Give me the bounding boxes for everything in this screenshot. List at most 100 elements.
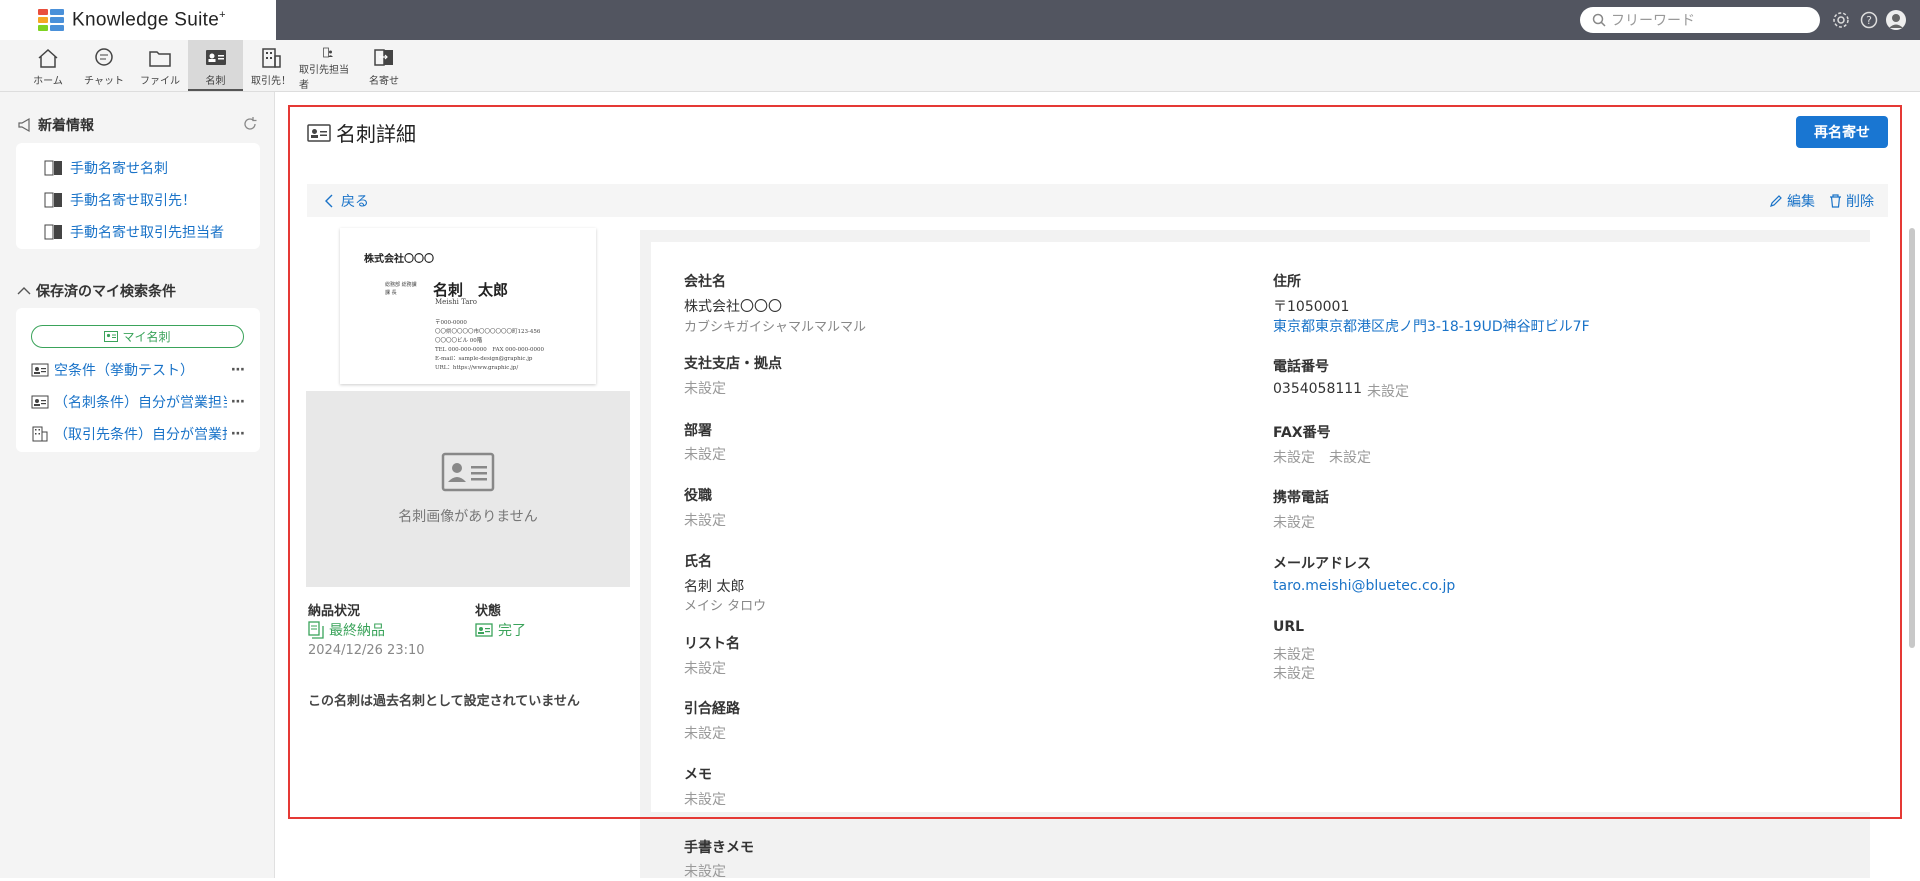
tab-chat[interactable]: チャット <box>82 40 126 91</box>
merge-icon <box>374 49 393 66</box>
building-icon <box>262 48 281 68</box>
more-options-icon[interactable]: ⋯ <box>231 394 246 410</box>
news-item-manual-card[interactable]: 手動名寄せ名刺 <box>44 158 168 178</box>
memo-label: メモ <box>684 767 712 783</box>
more-options-icon[interactable]: ⋯ <box>231 362 246 378</box>
tel-label: 電話番号 <box>1273 359 1329 375</box>
back-button[interactable]: 戻る <box>323 191 369 211</box>
card-name: 名刺 太郎 <box>433 281 509 299</box>
app-logo[interactable]: Knowledge Suite+ <box>0 0 276 40</box>
help-icon[interactable]: ? <box>1858 9 1880 31</box>
dept-label: 部署 <box>684 423 712 439</box>
saved-condition-item[interactable]: 空条件（挙動テスト） ⋯ <box>31 360 246 380</box>
rematch-button[interactable]: 再名寄せ <box>1796 116 1888 148</box>
merge-icon <box>44 192 62 208</box>
tab-accounts[interactable]: 取引先！ <box>249 40 293 91</box>
my-card-button[interactable]: マイ名刺 <box>31 325 244 348</box>
news-item-label: 手動名寄せ名刺 <box>70 161 168 177</box>
edit-button[interactable]: 編集 <box>1769 191 1815 211</box>
my-card-label: マイ名刺 <box>122 330 171 344</box>
business-card-icon <box>31 363 49 377</box>
tab-merge[interactable]: 名寄せ <box>362 40 406 91</box>
past-card-note: この名刺は過去名刺として設定されていません <box>308 694 580 709</box>
news-item-label: 手動名寄せ取引先！ <box>70 193 196 209</box>
news-title: 新着情報 <box>38 118 94 134</box>
news-item-manual-account[interactable]: 手動名寄せ取引先！ <box>44 190 196 210</box>
route-value: 未設定 <box>684 726 726 742</box>
saved-condition-item[interactable]: （名刺条件）自分が営業担当 ⋯ <box>31 392 246 412</box>
zip-value: 〒1050001 <box>1273 299 1350 315</box>
url-label: URL <box>1273 619 1305 635</box>
saved-condition-item[interactable]: （取引先条件）自分が営業担当 ⋯ <box>31 424 246 444</box>
chevron-left-icon <box>325 194 333 207</box>
business-card-icon <box>441 452 495 492</box>
tel-value: 0354058111 <box>1273 381 1363 397</box>
top-bar: Knowledge Suite+ フリーワード ? <box>0 0 1920 40</box>
search-input[interactable]: フリーワード <box>1580 7 1820 33</box>
saved-search-header[interactable]: 保存済のマイ検索条件 <box>17 281 176 301</box>
position-value: 未設定 <box>684 513 726 529</box>
card-role: 課 長 <box>385 290 397 296</box>
chevron-up-icon <box>17 287 31 295</box>
tab-label: 名刺 <box>205 76 226 87</box>
business-card-icon <box>475 623 493 637</box>
card-line: 〒000-0000 <box>435 320 467 326</box>
app-name: Knowledge Suite+ <box>72 8 226 31</box>
tab-label: 取引先！ <box>251 76 291 87</box>
card-line: 〇〇〇〇ビル 00階 <box>435 338 483 344</box>
news-item-manual-contact[interactable]: 手動名寄せ取引先担当者 <box>44 222 224 242</box>
logo-mark-icon <box>38 9 64 31</box>
card-dept-block: 総務部 総務課 課 長 <box>385 281 417 297</box>
address-label: 住所 <box>1273 274 1301 290</box>
name-kana: メイシ タロウ <box>684 599 767 614</box>
dept-value: 未設定 <box>684 447 726 463</box>
tab-home[interactable]: ホーム <box>27 40 69 91</box>
delete-button[interactable]: 削除 <box>1829 191 1874 211</box>
url-value-secondary: 未設定 <box>1273 666 1315 682</box>
address-link[interactable]: 東京都東京都港区虎ノ門3-18-19UD神谷町ビル7F <box>1273 316 1590 336</box>
delivery-date: 2024/12/26 23:10 <box>308 643 425 658</box>
business-card-icon <box>31 395 49 409</box>
branch-label: 支社支店・拠点 <box>684 356 782 372</box>
pencil-icon <box>1770 194 1782 207</box>
home-icon <box>38 48 58 68</box>
fax-value: 未設定 <box>1273 450 1315 466</box>
url-value: 未設定 <box>1273 647 1315 663</box>
tab-contacts[interactable]: 取引先担当者 <box>299 40 357 91</box>
main-nav-tabs: ホーム チャット ファイル 名刺 取引先！ 取引先担当者 名寄せ <box>0 40 1920 92</box>
delivery-icon <box>308 621 324 639</box>
scrollbar[interactable] <box>1909 228 1915 648</box>
more-options-icon[interactable]: ⋯ <box>231 426 246 442</box>
fax-ext-value: 未設定 <box>1329 450 1371 466</box>
back-label: 戻る <box>341 193 369 210</box>
card-line: 〇〇県〇〇〇〇市〇〇〇〇〇〇町123-456 <box>435 329 541 335</box>
avatar[interactable] <box>1885 9 1907 31</box>
memo-value: 未設定 <box>684 792 726 808</box>
refresh-icon[interactable] <box>242 116 258 136</box>
tab-label: チャット <box>84 76 124 87</box>
delivery-value: 最終納品 <box>329 623 385 639</box>
business-card-image[interactable]: 株式会社〇〇〇 総務部 総務課 課 長 名刺 太郎 Meishi Taro 〒0… <box>340 228 596 384</box>
tab-label: 名寄せ <box>369 76 399 87</box>
building-icon <box>32 426 48 442</box>
megaphone-icon <box>18 117 30 133</box>
merge-icon <box>44 224 62 240</box>
condition-label: （取引先条件）自分が営業担当 <box>54 427 227 443</box>
tab-business-card[interactable]: 名刺 <box>188 40 243 91</box>
gear-icon[interactable] <box>1830 9 1852 31</box>
tel-ext-value: 未設定 <box>1367 384 1409 400</box>
card-company: 株式会社〇〇〇 <box>364 254 434 265</box>
no-image-text: 名刺画像がありません <box>398 509 538 525</box>
chat-icon <box>95 48 113 66</box>
contact-person-icon <box>323 47 333 58</box>
state-status: 完了 <box>475 620 526 640</box>
email-link[interactable]: taro.meishi@bluetec.co.jp <box>1273 578 1455 594</box>
state-label: 状態 <box>475 604 502 619</box>
company-kana: カブシキガイシャマルマルマル <box>684 320 867 335</box>
business-card-icon <box>104 331 119 342</box>
fax-label: FAX番号 <box>1273 425 1331 441</box>
news-item-label: 手動名寄せ取引先担当者 <box>70 225 224 241</box>
tab-file[interactable]: ファイル <box>138 40 182 91</box>
delete-label: 削除 <box>1846 193 1874 210</box>
edit-label: 編集 <box>1787 193 1815 210</box>
